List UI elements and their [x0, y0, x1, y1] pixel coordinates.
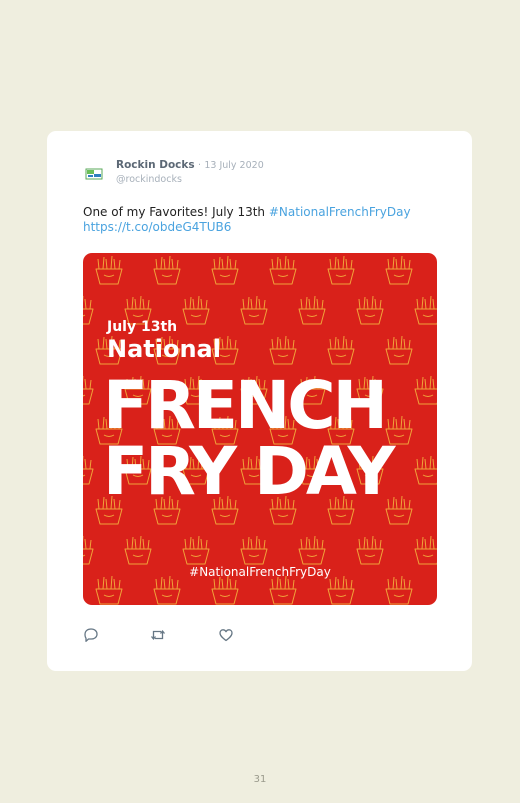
avatar[interactable]	[83, 163, 105, 185]
author-name[interactable]: Rockin Docks	[116, 159, 195, 171]
tweet-media-image[interactable]: July 13th National FRENCH FRY DAY #Natio…	[83, 253, 437, 605]
tweet-url-link[interactable]: https://t.co/obdeG4TUB6	[83, 220, 231, 234]
media-date-text: July 13th	[107, 319, 178, 335]
media-national-text: National	[107, 335, 221, 363]
rockin-docks-logo-icon	[85, 168, 103, 180]
author-handle[interactable]: @rockindocks	[116, 174, 182, 185]
tweet-card: Rockin Docks · 13 July 2020 @rockindocks…	[47, 131, 472, 671]
media-hashtag-text: #NationalFrenchFryDay	[189, 565, 331, 579]
date-separator: ·	[197, 160, 201, 171]
retweet-icon[interactable]	[150, 627, 166, 643]
author-line: Rockin Docks · 13 July 2020	[116, 159, 264, 171]
tweet-text: One of my Favorites! July 13th #National…	[83, 205, 443, 235]
media-fry-day-text: FRY DAY	[103, 433, 395, 510]
heart-icon[interactable]	[218, 627, 234, 643]
tweet-date[interactable]: 13 July 2020	[204, 160, 263, 171]
tweet-text-plain: One of my Favorites! July 13th	[83, 205, 266, 219]
media-french-text: FRENCH	[103, 367, 388, 444]
reply-icon[interactable]	[83, 627, 99, 643]
page-number: 31	[253, 774, 267, 785]
tweet-hashtag-link[interactable]: #NationalFrenchFryDay	[269, 205, 411, 219]
